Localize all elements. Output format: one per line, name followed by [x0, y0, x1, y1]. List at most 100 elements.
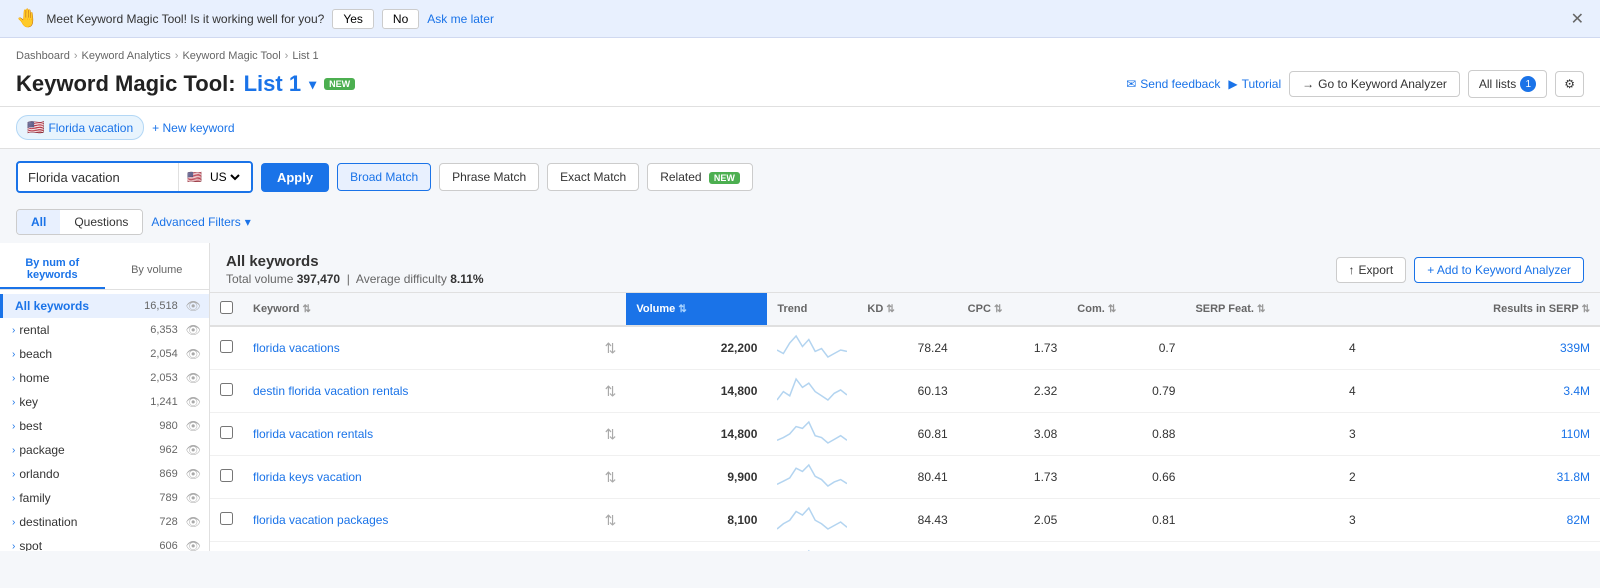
keyword-cell[interactable]: florida keys vacation	[243, 456, 595, 499]
apply-button[interactable]: Apply	[261, 163, 329, 192]
serp-feat-col-header[interactable]: SERP Feat. ⇅	[1185, 293, 1365, 327]
row-actions-icon[interactable]: ⇅	[605, 512, 617, 528]
sidebar-item-key[interactable]: › key 1,241 👁	[0, 390, 209, 414]
no-button[interactable]: No	[382, 9, 419, 29]
keyword-cell[interactable]: destin florida vacation rentals	[243, 370, 595, 413]
volume-col-header[interactable]: Volume ⇅	[626, 293, 767, 327]
row-actions-icon[interactable]: ⇅	[605, 426, 617, 442]
row-checkbox-cell[interactable]	[210, 413, 243, 456]
table-head: Keyword ⇅ Volume ⇅ Trend KD	[210, 293, 1600, 327]
country-select-wrapper[interactable]: 🇺🇸 US	[178, 163, 251, 191]
eye-icon[interactable]: 👁	[186, 299, 201, 313]
row-checkbox[interactable]	[220, 469, 233, 482]
sidebar-item-all-keywords[interactable]: All keywords 16,518 👁	[0, 294, 209, 318]
questions-filter-tab[interactable]: Questions	[60, 210, 142, 234]
export-button[interactable]: ↑ Export	[1336, 257, 1407, 283]
sidebar-item-family[interactable]: › family 789 👁	[0, 486, 209, 510]
eye-icon[interactable]: 👁	[186, 467, 201, 481]
close-notification-button[interactable]: ✕	[1571, 9, 1584, 29]
kd-col-header[interactable]: KD ⇅	[857, 293, 957, 327]
actions-cell[interactable]: ⇅	[595, 413, 627, 456]
row-checkbox[interactable]	[220, 383, 233, 396]
row-checkbox-cell[interactable]	[210, 542, 243, 552]
results-in-serp-cell[interactable]: 110M	[1366, 413, 1600, 456]
trend-col-header[interactable]: Trend	[767, 293, 857, 327]
row-actions-icon[interactable]: ⇅	[605, 383, 617, 399]
eye-icon[interactable]: 👁	[186, 323, 201, 337]
actions-cell[interactable]: ⇅	[595, 326, 627, 370]
actions-cell[interactable]: ⇅	[595, 542, 627, 552]
eye-icon[interactable]: 👁	[186, 419, 201, 433]
sidebar-item-beach[interactable]: › beach 2,054 👁	[0, 342, 209, 366]
results-in-serp-cell[interactable]: 82M	[1366, 499, 1600, 542]
table-subtitle: Total volume 397,470 | Average difficult…	[226, 272, 484, 286]
sidebar-item-destination[interactable]: › destination 728 👁	[0, 510, 209, 534]
sidebar-item-rental[interactable]: › rental 6,353 👁	[0, 318, 209, 342]
results-in-serp-cell[interactable]: 302M	[1366, 542, 1600, 552]
country-dropdown[interactable]: US	[206, 169, 243, 185]
results-in-serp-cell[interactable]: 339M	[1366, 326, 1600, 370]
settings-button[interactable]: ⚙	[1555, 71, 1584, 97]
com-col-header[interactable]: Com. ⇅	[1067, 293, 1185, 327]
related-button[interactable]: Related NEW	[647, 163, 753, 191]
keyword-cell[interactable]: florida vacation spots	[243, 542, 595, 552]
row-checkbox-cell[interactable]	[210, 370, 243, 413]
keyword-cell[interactable]: florida vacation packages	[243, 499, 595, 542]
row-actions-icon[interactable]: ⇅	[605, 469, 617, 485]
breadcrumb-keyword-magic-tool[interactable]: Keyword Magic Tool	[182, 50, 280, 62]
row-checkbox[interactable]	[220, 512, 233, 525]
eye-icon[interactable]: 👁	[186, 347, 201, 361]
new-keyword-button[interactable]: + New keyword	[152, 121, 234, 135]
breadcrumb-list1[interactable]: List 1	[292, 50, 318, 62]
sidebar-item-orlando[interactable]: › orlando 869 👁	[0, 462, 209, 486]
keyword-cell[interactable]: florida vacation rentals	[243, 413, 595, 456]
sidebar-tab-by-num[interactable]: By num of keywords	[0, 251, 105, 289]
sidebar-tab-by-volume[interactable]: By volume	[105, 251, 210, 289]
eye-icon[interactable]: 👁	[186, 443, 201, 457]
results-in-serp-col-header[interactable]: Results in SERP ⇅	[1366, 293, 1600, 327]
actions-cell[interactable]: ⇅	[595, 370, 627, 413]
row-checkbox[interactable]	[220, 426, 233, 439]
select-all-checkbox-col[interactable]	[210, 293, 243, 327]
results-in-serp-cell[interactable]: 3.4M	[1366, 370, 1600, 413]
exact-match-button[interactable]: Exact Match	[547, 163, 639, 191]
cpc-col-header[interactable]: CPC ⇅	[958, 293, 1068, 327]
sidebar-item-home[interactable]: › home 2,053 👁	[0, 366, 209, 390]
list-chevron-icon[interactable]: ▾	[309, 76, 316, 93]
actions-cell[interactable]: ⇅	[595, 499, 627, 542]
row-actions-icon[interactable]: ⇅	[605, 340, 617, 356]
phrase-match-button[interactable]: Phrase Match	[439, 163, 539, 191]
search-input[interactable]	[18, 164, 178, 191]
eye-icon[interactable]: 👁	[186, 371, 201, 385]
sidebar-item-best[interactable]: › best 980 👁	[0, 414, 209, 438]
row-checkbox-cell[interactable]	[210, 456, 243, 499]
results-in-serp-cell[interactable]: 31.8M	[1366, 456, 1600, 499]
send-feedback-link[interactable]: ✉ Send feedback	[1126, 77, 1220, 91]
go-to-keyword-analyzer-button[interactable]: → Go to Keyword Analyzer	[1289, 71, 1460, 97]
trend-chart	[777, 334, 847, 359]
table-row: florida keys vacation ⇅ 9,900 80.41 1.73…	[210, 456, 1600, 499]
broad-match-button[interactable]: Broad Match	[337, 163, 431, 191]
keyword-cell[interactable]: florida vacations	[243, 326, 595, 370]
tutorial-link[interactable]: ▶ Tutorial	[1228, 77, 1281, 91]
breadcrumb-dashboard[interactable]: Dashboard	[16, 50, 70, 62]
ask-later-link[interactable]: Ask me later	[427, 12, 494, 26]
actions-cell[interactable]: ⇅	[595, 456, 627, 499]
advanced-filters-button[interactable]: Advanced Filters ▾	[151, 215, 250, 229]
row-checkbox-cell[interactable]	[210, 326, 243, 370]
select-all-checkbox[interactable]	[220, 301, 233, 314]
breadcrumb-keyword-analytics[interactable]: Keyword Analytics	[82, 50, 171, 62]
sidebar-item-spot[interactable]: › spot 606 👁	[0, 534, 209, 551]
eye-icon[interactable]: 👁	[186, 491, 201, 505]
eye-icon[interactable]: 👁	[186, 395, 201, 409]
eye-icon[interactable]: 👁	[186, 539, 201, 551]
row-checkbox[interactable]	[220, 340, 233, 353]
keyword-col-header[interactable]: Keyword ⇅	[243, 293, 595, 327]
all-filter-tab[interactable]: All	[17, 210, 60, 234]
eye-icon[interactable]: 👁	[186, 515, 201, 529]
yes-button[interactable]: Yes	[332, 9, 374, 29]
all-lists-button[interactable]: All lists 1	[1468, 70, 1547, 98]
add-to-keyword-analyzer-button[interactable]: + Add to Keyword Analyzer	[1414, 257, 1584, 283]
row-checkbox-cell[interactable]	[210, 499, 243, 542]
sidebar-item-package[interactable]: › package 962 👁	[0, 438, 209, 462]
